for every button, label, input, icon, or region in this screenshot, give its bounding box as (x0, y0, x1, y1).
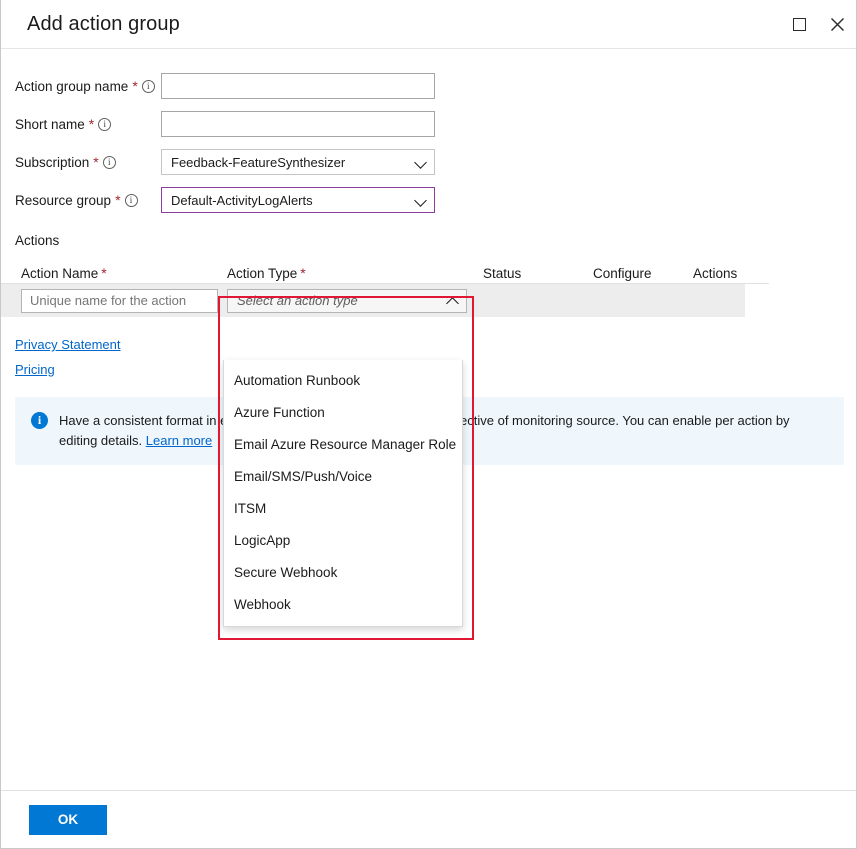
column-header-action-type: Action Type * (227, 266, 483, 283)
subscription-selected-value: Feedback-FeatureSynthesizer (171, 155, 414, 170)
info-icon[interactable]: i (125, 194, 138, 207)
field-short-name: Short name * i (1, 105, 856, 143)
resource-group-selected-value: Default-ActivityLogAlerts (171, 193, 414, 208)
action-type-combobox[interactable]: Select an action type (227, 289, 467, 313)
label-text: Short name (15, 117, 85, 132)
dropdown-option-logicapp[interactable]: LogicApp (224, 524, 462, 556)
field-subscription: Subscription * i Feedback-FeatureSynthes… (1, 143, 856, 181)
table-row: Select an action type (1, 284, 745, 317)
actions-section-heading: Actions (1, 219, 856, 248)
header-label: Action Type (227, 266, 297, 281)
dropdown-option-itsm[interactable]: ITSM (224, 492, 462, 524)
dropdown-option-email-sms-push-voice[interactable]: Email/SMS/Push/Voice (224, 460, 462, 492)
cell-action-type: Select an action type (227, 289, 483, 313)
required-asterisk: * (300, 266, 305, 280)
label-short-name: Short name * i (15, 117, 161, 132)
maximize-icon (793, 18, 806, 31)
required-asterisk: * (89, 117, 94, 131)
action-type-placeholder: Select an action type (237, 293, 446, 308)
info-icon[interactable]: i (103, 156, 116, 169)
dropdown-option-azure-function[interactable]: Azure Function (224, 396, 462, 428)
add-action-group-dialog: Add action group Action g (0, 0, 857, 849)
header-label: Status (483, 266, 521, 281)
pricing-link[interactable]: Pricing (15, 362, 55, 377)
dialog-content: Action group name * i Short name * i (1, 49, 856, 790)
short-name-input[interactable] (161, 111, 435, 137)
close-icon (830, 17, 845, 32)
action-name-input[interactable] (21, 289, 218, 313)
form-area: Action group name * i Short name * i (1, 49, 856, 219)
dialog-titlebar: Add action group (1, 0, 856, 49)
required-asterisk: * (93, 155, 98, 169)
field-resource-group: Resource group * i Default-ActivityLogAl… (1, 181, 856, 219)
required-asterisk: * (101, 266, 106, 280)
ok-button[interactable]: OK (29, 805, 107, 835)
header-label: Actions (693, 266, 737, 281)
actions-table: Action Name * Action Type * Status Confi… (1, 258, 856, 317)
header-label: Configure (593, 266, 652, 281)
label-text: Action group name (15, 79, 128, 94)
page-title: Add action group (27, 13, 180, 36)
header-label: Action Name (21, 266, 98, 281)
label-resource-group: Resource group * i (15, 193, 161, 208)
dropdown-option-webhook[interactable]: Webhook (224, 588, 462, 620)
info-icon[interactable]: i (98, 118, 111, 131)
dropdown-option-email-azure-resource-manager-role[interactable]: Email Azure Resource Manager Role (224, 428, 462, 460)
dropdown-option-secure-webhook[interactable]: Secure Webhook (224, 556, 462, 588)
chevron-down-icon (414, 193, 428, 207)
column-header-actions: Actions (693, 266, 789, 283)
info-icon[interactable]: i (142, 80, 155, 93)
privacy-statement-link[interactable]: Privacy Statement (15, 337, 121, 352)
subscription-select[interactable]: Feedback-FeatureSynthesizer (161, 149, 435, 175)
required-asterisk: * (115, 193, 120, 207)
column-header-configure: Configure (593, 266, 693, 283)
info-icon: i (31, 412, 48, 429)
label-subscription: Subscription * i (15, 155, 161, 170)
column-header-action-name: Action Name * (21, 266, 227, 283)
action-type-dropdown-panel: Automation Runbook Azure Function Email … (223, 360, 463, 627)
dropdown-option-automation-runbook[interactable]: Automation Runbook (224, 364, 462, 396)
maximize-button[interactable] (780, 0, 818, 49)
cell-action-name (21, 289, 227, 313)
learn-more-link[interactable]: Learn more (146, 433, 212, 448)
close-button[interactable] (818, 0, 856, 49)
column-header-status: Status (483, 266, 593, 283)
dialog-footer: OK (1, 790, 856, 848)
chevron-down-icon (414, 155, 428, 169)
actions-table-header: Action Name * Action Type * Status Confi… (1, 258, 769, 284)
label-action-group-name: Action group name * i (15, 79, 161, 94)
action-group-name-input[interactable] (161, 73, 435, 99)
field-action-group-name: Action group name * i (1, 67, 856, 105)
required-asterisk: * (132, 79, 137, 93)
label-text: Subscription (15, 155, 89, 170)
label-text: Resource group (15, 193, 111, 208)
resource-group-select[interactable]: Default-ActivityLogAlerts (161, 187, 435, 213)
window-controls (780, 0, 856, 49)
screenshot-root: Add action group Action g (0, 0, 857, 849)
chevron-up-icon (446, 294, 460, 308)
